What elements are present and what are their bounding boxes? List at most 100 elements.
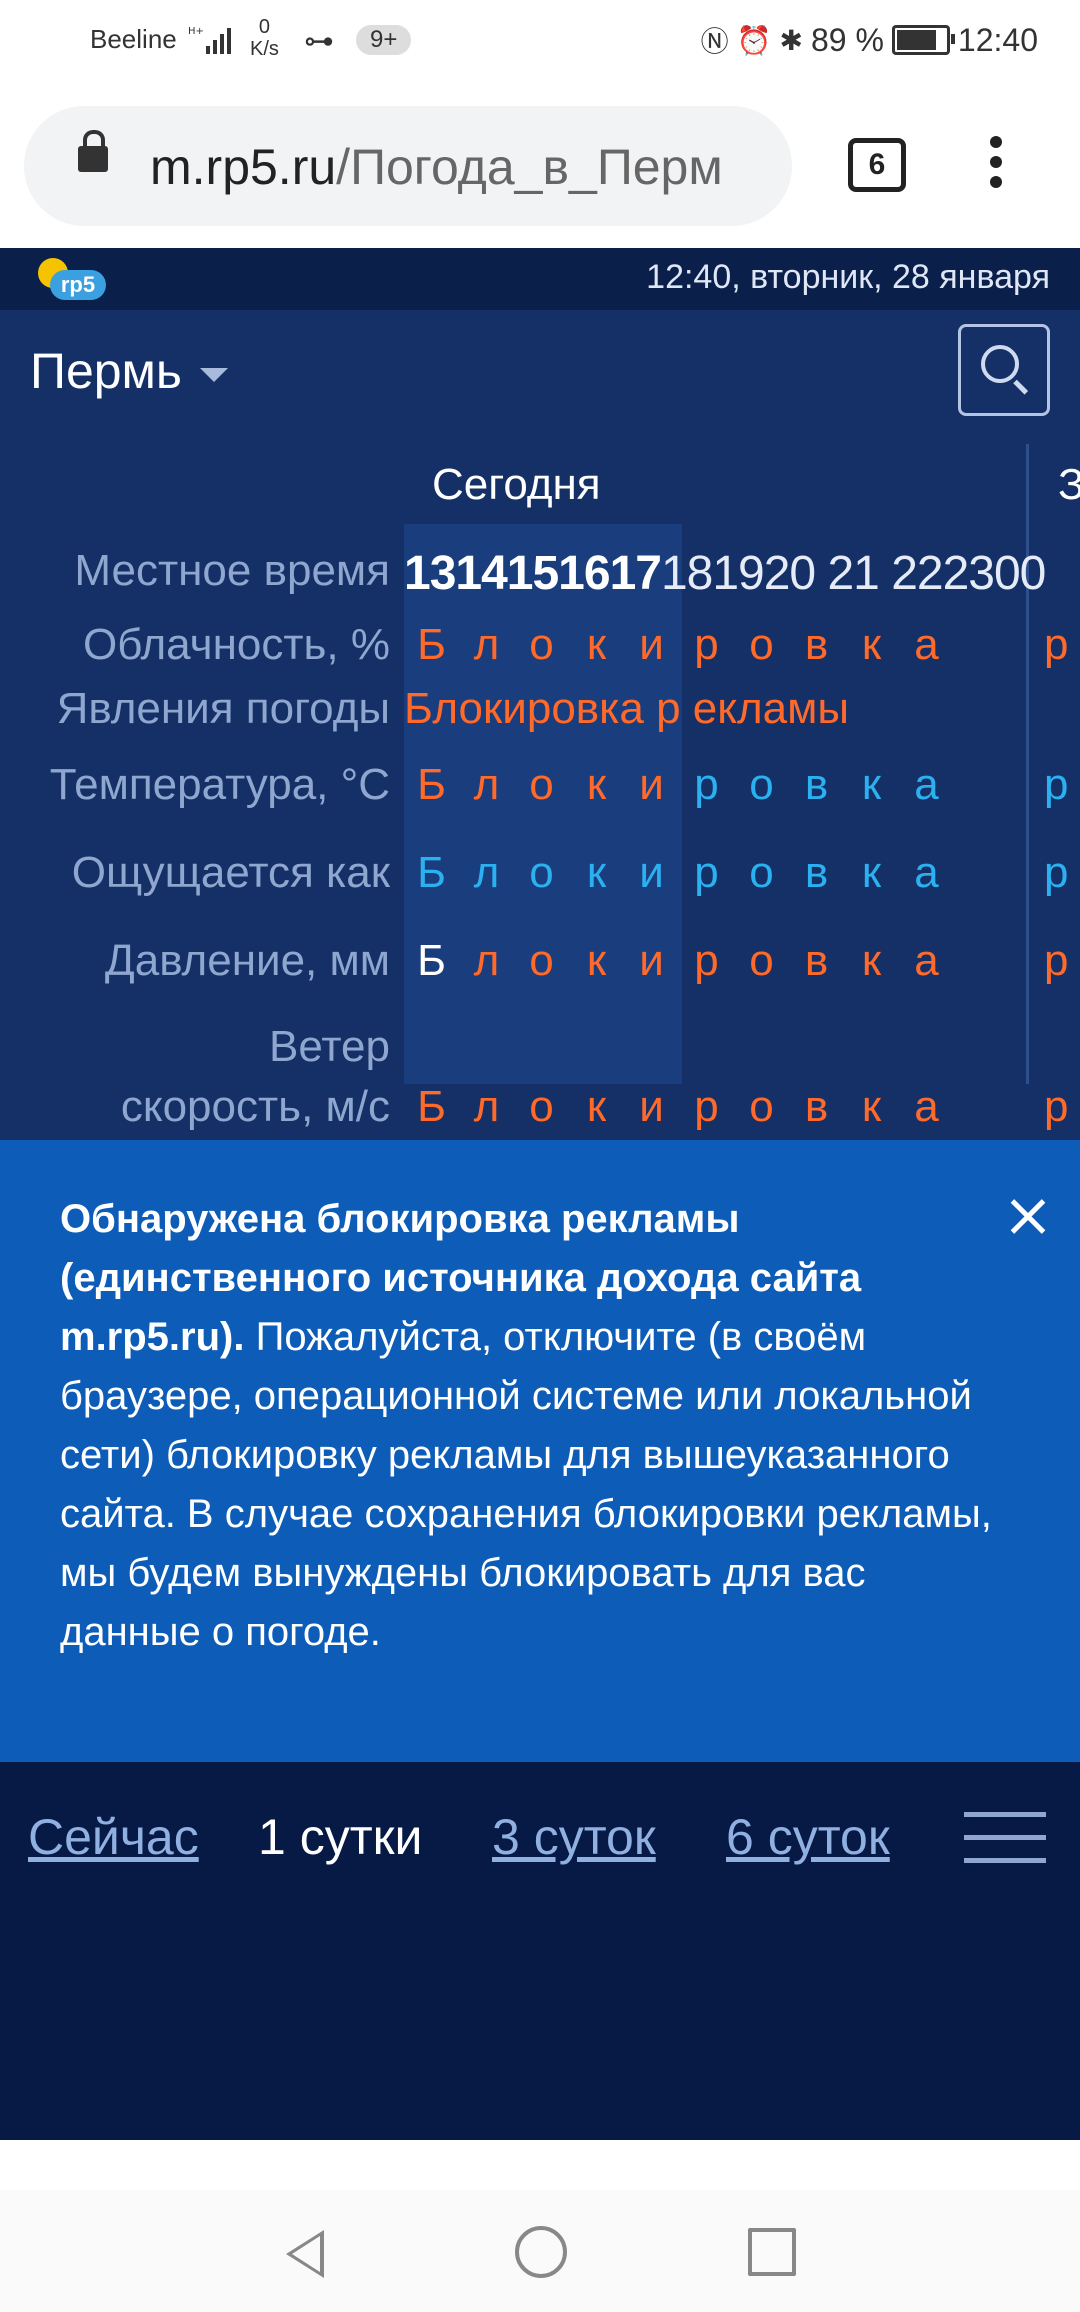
blocked-letter: Б [417,620,446,669]
hamburger-menu-icon[interactable] [964,1812,1046,1868]
blocked-letter: к [586,936,607,985]
recent-apps-icon[interactable] [748,2228,796,2276]
url-text[interactable]: m.rp5.ru/Погода_в_Перм [150,138,723,196]
caret-down-icon [199,367,228,382]
blocked-letter: в [804,936,829,985]
blocked-letter: р [694,936,719,985]
blocked-phenomena: Блокировка р екламы [404,684,850,733]
bluetooth-icon: ✱ [779,24,803,56]
notification-badge: 9+ [356,25,412,55]
blocked-letter: а [914,760,939,809]
forecast-nav: Сейчас 1 сутки 3 суток 6 суток [0,1762,1080,2140]
city-name: Пермь [30,343,182,399]
blocked-letter: Б [417,848,446,897]
row-label-pressure: Давление, мм [104,936,390,985]
day-label-next: З [1058,460,1080,509]
row-label-feels-like: Ощущается как [71,848,390,897]
adblock-notice-body: Пожалуйста, отключите (в своём браузере,… [60,1315,992,1654]
network-speed: 0 K/s [250,16,279,60]
blocked-letter: о [529,1082,554,1131]
browser-toolbar: m.rp5.ru/Погода_в_Перм 6 [0,80,1080,248]
home-icon[interactable] [515,2226,567,2278]
blocked-letter: и [639,936,664,985]
row-label-cloudiness: Облачность, % [83,620,390,669]
rp5-logo[interactable]: rp5 [34,254,114,304]
nav-six-days-link[interactable]: 6 суток [726,1808,890,1866]
blocked-letter: к [861,760,882,809]
row-label-wind-speed: скорость, м/с [120,1082,390,1131]
search-icon [981,345,1019,383]
blocked-letter: л [473,1082,500,1131]
blocked-letter: о [529,620,554,669]
row-label-wind: Ветер [269,1022,390,1071]
signal-icon: H+ [188,26,231,54]
blocked-row-pressure: Блокировка [404,936,954,986]
blocked-letter: о [749,760,774,809]
blocked-letter: л [473,760,500,809]
blocked-letter: Б [417,1082,446,1131]
blocked-letter: о [749,620,774,669]
blocked-letter: р [694,620,719,669]
alarm-icon: ⏰ [736,24,772,56]
nav-three-days-link[interactable]: 3 суток [492,1808,656,1866]
nav-one-day-active: 1 сутки [258,1809,423,1865]
status-right: Ⓝ ⏰ ✱ 89 % 12:40 [701,20,1038,60]
address-bar[interactable]: m.rp5.ru/Погода_в_Перм [24,106,792,226]
blocked-letter: Б [417,936,446,985]
blocked-letter: к [861,936,882,985]
blocked-letter: и [639,1082,664,1131]
blocked-letter: и [639,848,664,897]
adblock-notice: Обнаружена блокировка рекламы (единствен… [0,1140,1080,1762]
blocked-letter: к [861,848,882,897]
battery-fill [896,30,936,50]
nfc-icon: Ⓝ [700,26,729,57]
battery-icon [891,25,955,55]
back-icon[interactable] [286,2230,324,2278]
clock: 12:40 [957,21,1038,58]
network-speed-value: 0 [258,16,271,38]
svg-text:H+: H+ [188,26,204,37]
blocked-letter: Б [417,760,446,809]
edge-feels-like: р [1044,848,1069,897]
blocked-letter: а [914,1082,939,1131]
blocked-letter: а [914,620,939,669]
search-button[interactable] [958,324,1050,416]
vpn-key-icon: ⊶ [304,25,334,58]
edge-wind: р [1044,1082,1069,1131]
carrier-name: Beeline [90,24,177,54]
blocked-letter: к [861,620,882,669]
hours-rest: 181920 21 222300 [660,547,1046,600]
more-menu-icon[interactable] [984,136,1008,196]
url-path: /Погода_в_Перм [336,139,723,195]
blocked-row-wind: Блокировка [404,1082,954,1132]
close-icon[interactable] [1004,1192,1054,1242]
edge-cloudiness: р [1044,620,1069,669]
blocked-letter: л [473,848,500,897]
blocked-letter: а [914,848,939,897]
blocked-letter: в [804,620,829,669]
blocked-letter: о [749,1082,774,1131]
hours-today: 1314151617 [404,547,662,600]
blocked-letter: о [749,936,774,985]
battery-percent: 89 % [810,21,884,58]
blocked-letter: а [914,936,939,985]
blocked-row-temperature: Блокировка [404,760,954,810]
site-header: rp5 12:40, вторник, 28 января [0,248,1080,310]
blocked-letter: к [586,760,607,809]
city-selector[interactable]: Пермь [30,342,228,400]
blocked-row-cloudiness: Блокировка [404,620,954,670]
lock-icon [78,130,108,172]
nav-now-link[interactable]: Сейчас [28,1808,199,1866]
row-label-temperature: Температура, °С [49,760,390,809]
blocked-letter: в [804,848,829,897]
status-bar: Beeline H+ 0 K/s ⊶ 9+ Ⓝ ⏰ ✱ 89 % 12:40 [0,0,1080,80]
adblock-notice-text: Обнаружена блокировка рекламы (единствен… [60,1190,1000,1662]
blocked-letter: р [694,760,719,809]
blocked-letter: о [529,936,554,985]
tab-switcher-button[interactable]: 6 [848,138,906,192]
blocked-letter: л [473,620,500,669]
blocked-letter: в [804,1082,829,1131]
url-host: m.rp5.ru [150,139,337,195]
blocked-letter: о [749,848,774,897]
hours-row: 1314151617181920 21 222300 [404,546,1046,601]
